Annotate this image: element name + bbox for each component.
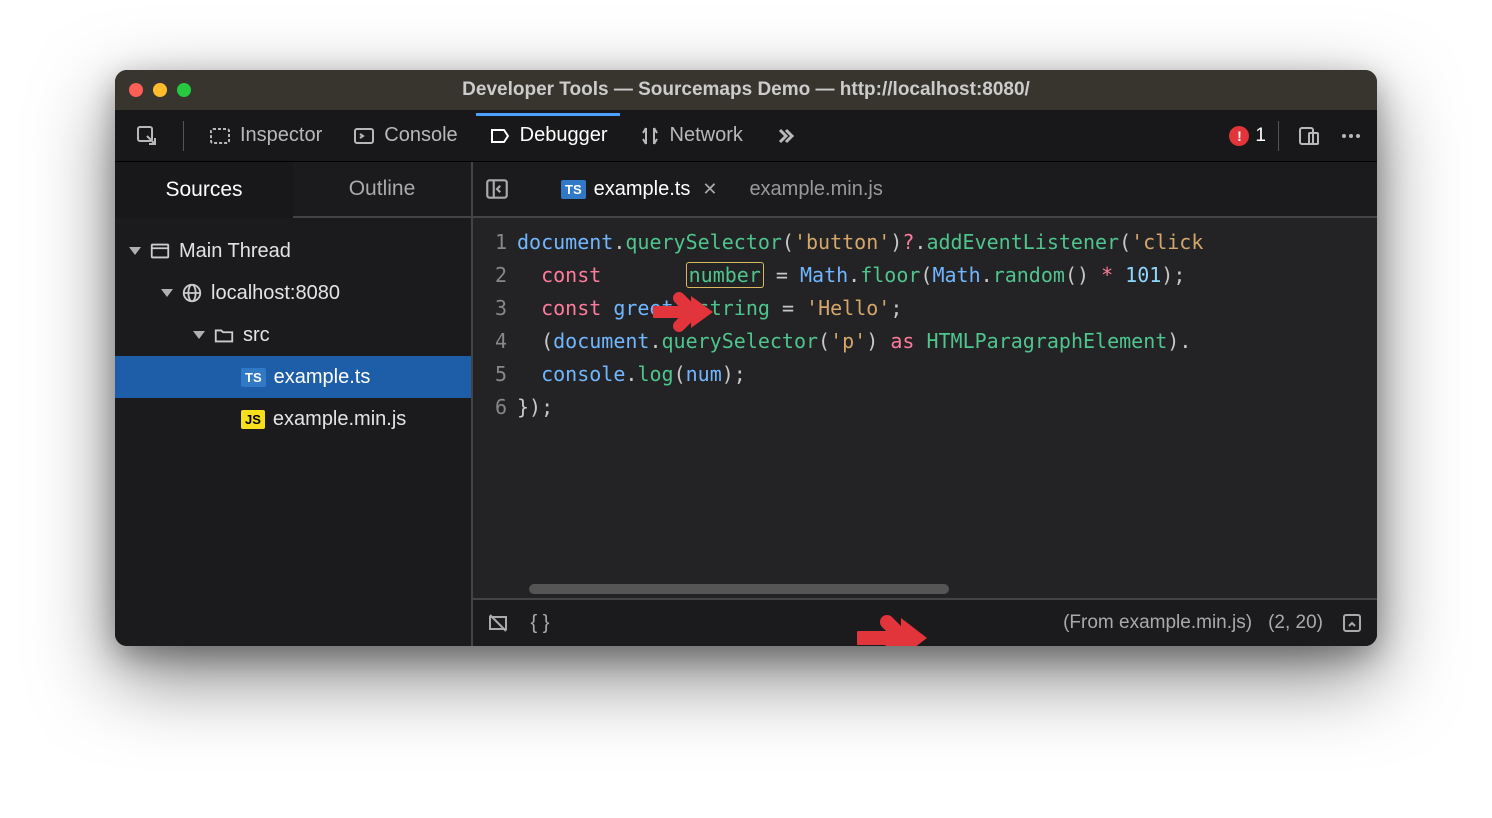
chevron-down-icon (193, 331, 205, 339)
folder-src-node[interactable]: src (115, 314, 471, 356)
ts-badge-icon: TS (241, 368, 266, 387)
toggle-panel-button[interactable] (1339, 610, 1365, 636)
responsive-mode-button[interactable] (1291, 113, 1327, 159)
tab-label: example.min.js (749, 178, 882, 201)
file-label: example.ts (274, 366, 371, 389)
line-numbers: 1 2 3 4 5 6 (473, 218, 517, 598)
debugger-label: Debugger (520, 124, 608, 147)
blackbox-button[interactable] (485, 610, 511, 636)
window-title: Developer Tools — Sourcemaps Demo — http… (115, 79, 1377, 101)
chevrons-right-icon (773, 124, 797, 148)
globe-icon (181, 282, 203, 304)
sources-tab[interactable]: Sources (115, 162, 293, 218)
window-icon (149, 240, 171, 262)
cursor-position: (2, 20) (1268, 612, 1323, 634)
network-icon (638, 124, 662, 148)
editor-statusbar: { } (From example.min.js) (2, 20) (473, 598, 1377, 646)
code-content: document.querySelector('button')?.addEve… (517, 218, 1377, 598)
host-node[interactable]: localhost:8080 (115, 272, 471, 314)
overflow-tabs-button[interactable] (761, 113, 809, 159)
file-example-ts[interactable]: TS example.ts (115, 356, 471, 398)
error-count-value: 1 (1255, 125, 1266, 147)
folder-icon (213, 324, 235, 346)
debugger-tab[interactable]: Debugger (476, 113, 620, 159)
horizontal-scrollbar[interactable] (529, 584, 949, 594)
close-window-button[interactable] (129, 83, 143, 97)
debugger-body: Sources Outline Main Thread localhost:80… (115, 162, 1377, 646)
dots-icon (1339, 124, 1363, 148)
sourcemap-origin: (From example.min.js) (1063, 612, 1252, 634)
sources-sidebar: Sources Outline Main Thread localhost:80… (115, 162, 473, 646)
toolbar-divider (1278, 121, 1279, 151)
devtools-toolbar: Inspector Console Debugger Network ! 1 (115, 110, 1377, 162)
pretty-print-button[interactable]: { } (527, 610, 553, 636)
inspector-tab[interactable]: Inspector (196, 113, 334, 159)
tab-label: example.ts (594, 178, 691, 201)
debugger-icon (488, 124, 512, 148)
outline-tab[interactable]: Outline (293, 162, 471, 218)
js-badge-icon: JS (241, 410, 265, 429)
toggle-sidebar-button[interactable] (481, 173, 513, 205)
error-count[interactable]: ! 1 (1229, 125, 1266, 147)
network-label: Network (670, 124, 743, 147)
console-tab[interactable]: Console (340, 113, 469, 159)
editor-panel: TS example.ts ✕ example.min.js 1 2 3 4 5… (473, 162, 1377, 646)
eye-off-icon (486, 611, 510, 635)
sidebar-tabs: Sources Outline (115, 162, 471, 218)
main-thread-node[interactable]: Main Thread (115, 230, 471, 272)
source-tree: Main Thread localhost:8080 src TS exampl… (115, 218, 471, 452)
cursor-icon (135, 124, 159, 148)
host-label: localhost:8080 (211, 282, 340, 305)
devtools-window: Developer Tools — Sourcemaps Demo — http… (115, 70, 1377, 646)
toolbar-divider (183, 121, 184, 151)
file-example-min-js[interactable]: JS example.min.js (115, 398, 471, 440)
maximize-window-button[interactable] (177, 83, 191, 97)
inspector-label: Inspector (240, 124, 322, 147)
titlebar: Developer Tools — Sourcemaps Demo — http… (115, 70, 1377, 110)
traffic-lights (129, 83, 191, 97)
panel-left-icon (484, 176, 510, 202)
inspector-icon (208, 124, 232, 148)
error-icon: ! (1229, 126, 1249, 146)
devices-icon (1297, 124, 1321, 148)
pick-element-button[interactable] (123, 113, 171, 159)
close-tab-button[interactable]: ✕ (702, 179, 717, 200)
main-thread-label: Main Thread (179, 240, 291, 263)
folder-label: src (243, 324, 270, 347)
file-label: example.min.js (273, 408, 406, 431)
tab-example-ts[interactable]: TS example.ts ✕ (549, 162, 729, 216)
console-label: Console (384, 124, 457, 147)
ts-badge-icon: TS (561, 180, 586, 199)
highlighted-type: number (686, 262, 764, 288)
chevron-down-icon (129, 247, 141, 255)
tab-example-min-js[interactable]: example.min.js (737, 162, 894, 216)
code-editor[interactable]: 1 2 3 4 5 6 document.querySelector('butt… (473, 218, 1377, 598)
network-tab[interactable]: Network (626, 113, 755, 159)
console-icon (352, 124, 376, 148)
chevron-down-icon (161, 289, 173, 297)
braces-icon: { } (531, 612, 550, 635)
minimize-window-button[interactable] (153, 83, 167, 97)
panel-bottom-icon (1340, 611, 1364, 635)
kebab-menu-button[interactable] (1333, 113, 1369, 159)
editor-tabs-bar: TS example.ts ✕ example.min.js (473, 162, 1377, 218)
